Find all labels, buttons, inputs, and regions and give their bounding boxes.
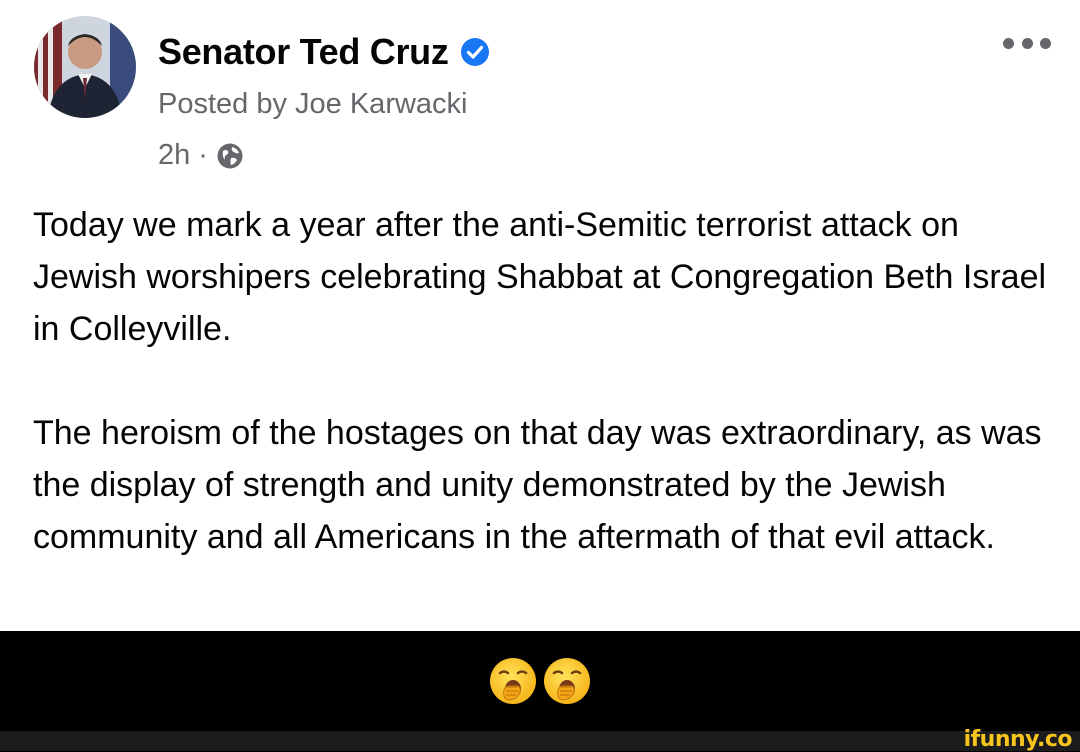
caption-emojis	[0, 631, 1080, 731]
more-dot	[1021, 38, 1033, 49]
author-name[interactable]: Senator Ted Cruz	[158, 31, 449, 73]
ifunny-watermark: ifunny.co	[963, 727, 1073, 752]
more-dot	[1040, 38, 1051, 49]
author-row: Senator Ted Cruz	[158, 26, 491, 78]
footer-bar	[0, 731, 1080, 751]
post-paragraph: Today we mark a year after the anti-Semi…	[33, 206, 1047, 348]
more-dot	[1003, 38, 1014, 49]
more-options-icon[interactable]	[1003, 38, 1051, 50]
post-body: Today we mark a year after the anti-Semi…	[33, 199, 1053, 563]
verified-badge-icon	[459, 36, 491, 68]
facebook-post: Senator Ted Cruz Posted by Joe Karwacki …	[0, 0, 1080, 631]
avatar-photo	[34, 16, 136, 118]
post-paragraph: The heroism of the hostages on that day …	[33, 414, 1042, 556]
globe-icon	[216, 142, 244, 170]
post-meta: 2h ·	[158, 139, 244, 172]
meta-separator: ·	[198, 139, 208, 171]
posted-by-label: Posted by Joe Karwacki	[158, 88, 468, 120]
yawning-face-emoji	[488, 656, 538, 706]
author-avatar[interactable]	[34, 16, 136, 118]
post-timestamp[interactable]: 2h	[158, 139, 190, 172]
yawning-face-emoji	[542, 656, 592, 706]
